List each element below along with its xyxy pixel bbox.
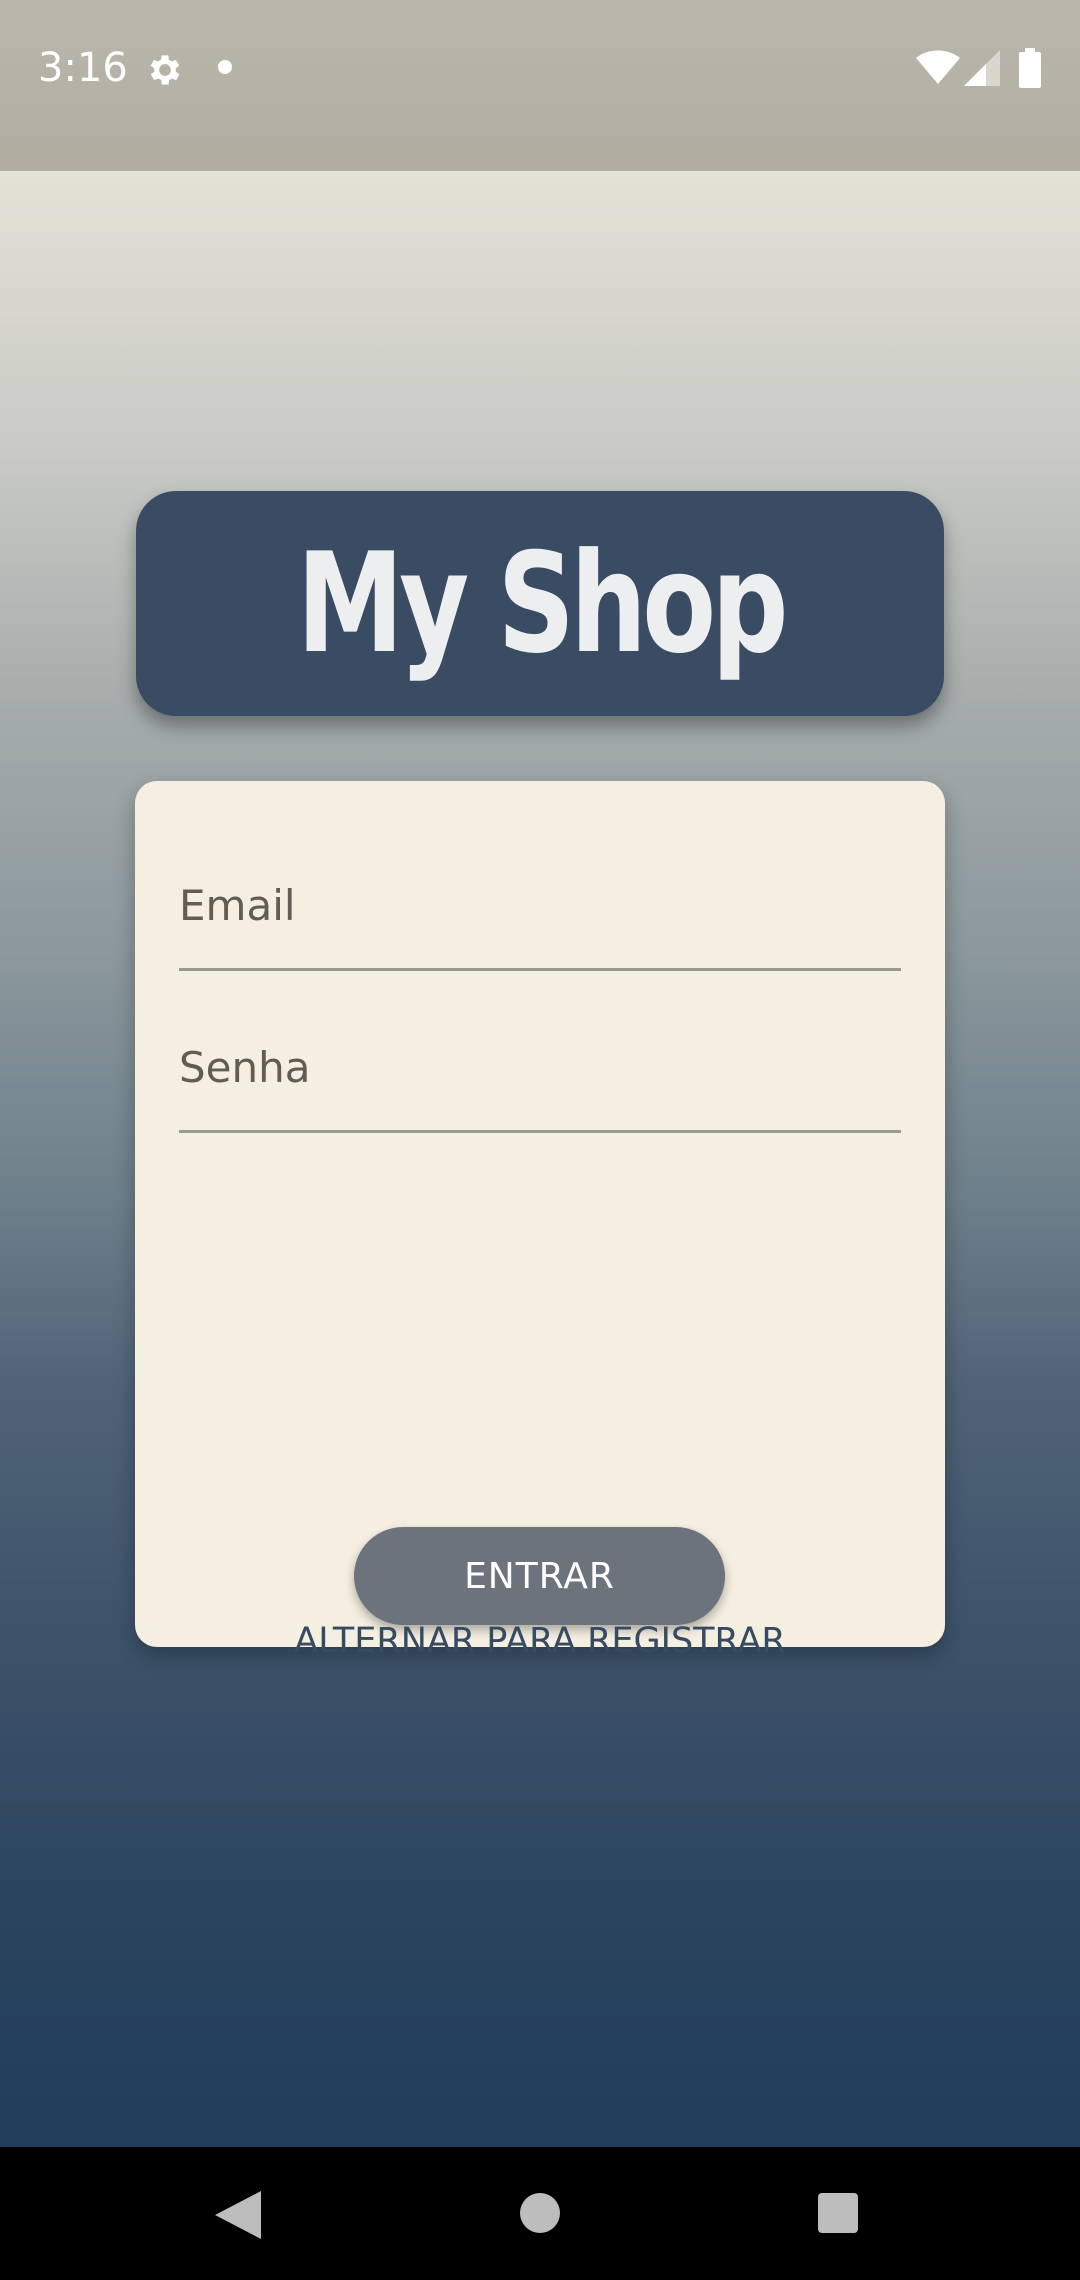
back-icon[interactable] <box>215 2191 261 2239</box>
password-label: Senha <box>179 1043 311 1092</box>
title-banner: My Shop <box>136 491 944 716</box>
app-title: My Shop <box>296 522 788 684</box>
notification-dot-icon <box>218 60 232 74</box>
recents-icon[interactable] <box>818 2193 858 2233</box>
email-field[interactable]: Email <box>179 861 901 971</box>
switch-to-register-button[interactable]: ALTERNAR PARA REGISTRAR <box>135 1611 945 1671</box>
app-background: My Shop Email Senha ENTRAR ALTERNAR PARA… <box>0 171 1080 2147</box>
home-icon[interactable] <box>520 2193 560 2233</box>
status-time: 3:16 <box>38 45 128 91</box>
signal-icon <box>964 50 1000 86</box>
email-label: Email <box>179 881 296 930</box>
password-field[interactable]: Senha <box>179 1023 901 1133</box>
battery-icon <box>1019 48 1041 88</box>
status-bar: 3:16 <box>0 0 1080 171</box>
navigation-bar <box>0 2147 1080 2280</box>
gear-icon <box>150 55 180 85</box>
wifi-icon <box>916 50 960 84</box>
login-form-card: Email Senha ENTRAR ALTERNAR PARA REGISTR… <box>135 781 945 1661</box>
